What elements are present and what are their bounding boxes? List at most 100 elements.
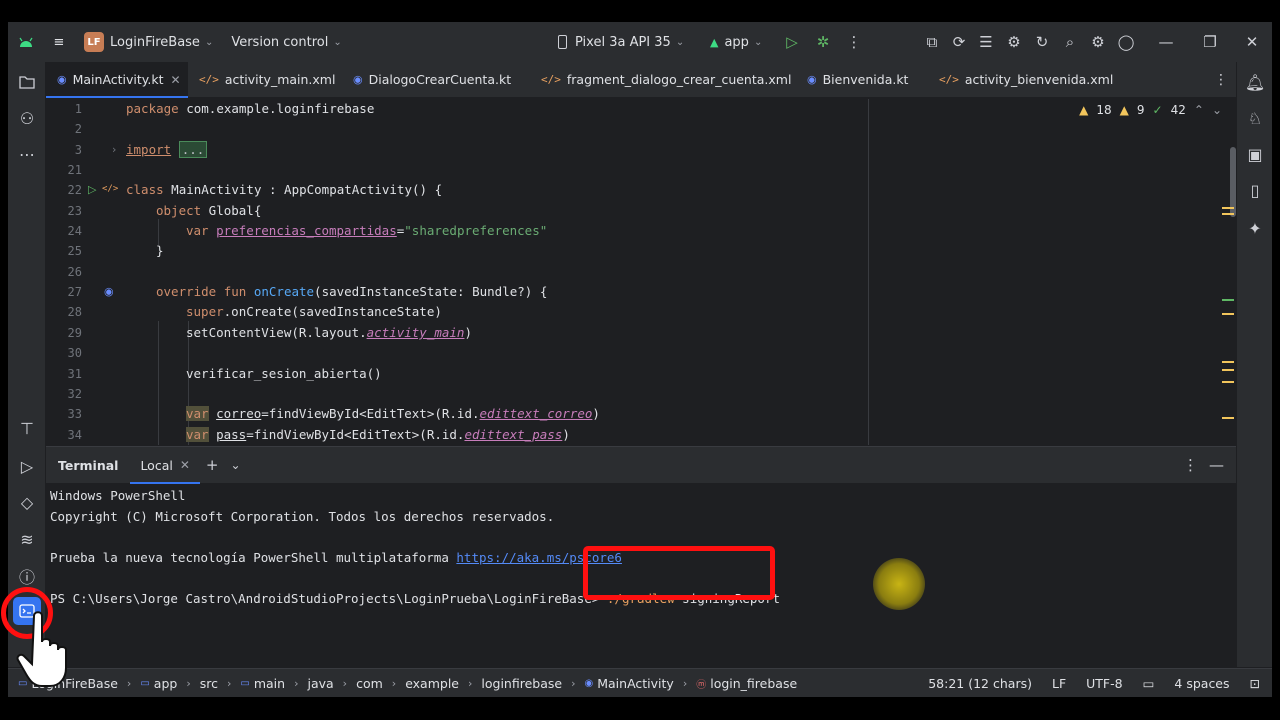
breadcrumb-item[interactable]: src <box>200 676 218 691</box>
lock-icon[interactable]: ⊡ <box>1250 676 1260 691</box>
close-icon[interactable]: ✕ <box>1238 22 1266 62</box>
line-number: 25 <box>67 244 82 258</box>
scroll-marker <box>1222 361 1234 363</box>
android-app-icon: ▲ <box>710 35 719 49</box>
breadcrumb-item[interactable]: app <box>154 676 178 691</box>
folder-icon[interactable] <box>13 68 41 96</box>
device-manager-icon[interactable]: ⧉ <box>918 22 946 62</box>
code-line: override fun onCreate(savedInstanceState… <box>156 284 548 299</box>
run-gutter-icon[interactable]: ▷ <box>88 183 96 196</box>
scroll-marker <box>1222 313 1234 315</box>
search-icon[interactable]: ⌕ <box>1056 22 1084 62</box>
terminal-options-icon[interactable]: ⋮ <box>1177 456 1204 474</box>
file-encoding[interactable]: UTF-8 <box>1086 676 1122 691</box>
version-control-menu[interactable]: Version control ⌄ <box>231 22 341 62</box>
close-icon[interactable]: ✕ <box>180 458 190 472</box>
readonly-toggle-icon[interactable]: ▭ <box>1143 676 1155 691</box>
device-icon <box>558 35 567 49</box>
structure-icon[interactable]: ⚇ <box>13 104 41 132</box>
cursor-position[interactable]: 58:21 (12 chars) <box>928 676 1032 691</box>
line-separator[interactable]: LF <box>1052 676 1066 691</box>
chevron-down-icon[interactable]: ⌄ <box>1212 103 1222 117</box>
device-label: Pixel 3a API 35 <box>575 34 671 50</box>
more-tabs-icon[interactable]: ⋮ <box>1214 72 1228 88</box>
apply-changes-icon[interactable]: ⟳ <box>945 22 973 62</box>
folded-imports[interactable]: ... <box>178 141 208 158</box>
run-icon[interactable]: ▷ <box>778 22 806 62</box>
line-number: 34 <box>67 428 82 442</box>
breadcrumb-item[interactable]: MainActivity <box>597 676 674 691</box>
module-icon: ▭ <box>140 677 150 689</box>
left-tool-bar: ⚇ ⋯ ⊤ ▷ ◇ ≋ ⓘ <box>8 62 46 667</box>
tab-activity-bienvenida[interactable]: </> activity_bienvenida.xml <box>928 62 1113 98</box>
tab-mainactivity[interactable]: ◉ MainActivity.kt ✕ <box>46 61 188 98</box>
indent-setting[interactable]: 4 spaces <box>1174 676 1229 691</box>
override-gutter-icon[interactable]: ◉ <box>104 285 114 298</box>
restore-icon[interactable]: ❐ <box>1196 22 1224 62</box>
line-number: 27 <box>67 285 82 299</box>
tab-activity-main[interactable]: </> activity_main.xml <box>188 62 342 98</box>
ok-count: 42 <box>1170 103 1186 117</box>
sync-gradle-icon[interactable]: ↻ <box>1028 22 1056 62</box>
build-icon[interactable]: ⊤ <box>13 414 41 442</box>
chevron-down-icon[interactable]: ⌄ <box>224 458 246 472</box>
inspection-widget[interactable]: ▲ 18 ▲ 9 ✓ 42 ⌃ ⌄ <box>1079 103 1222 117</box>
title-bar: ≡ LF LoginFireBase ⌄ Version control ⌄ P… <box>8 22 1272 62</box>
close-icon[interactable]: ✕ <box>171 73 181 87</box>
breadcrumb-item[interactable]: com <box>356 676 383 691</box>
command-highlight-box <box>583 546 775 600</box>
folder-icon: ▭ <box>240 677 250 689</box>
code-line: class MainActivity : AppCompatActivity()… <box>126 182 443 197</box>
attach-debugger-icon[interactable]: ⚙ <box>1000 22 1028 62</box>
more-tools-icon[interactable]: ⋯ <box>13 140 41 168</box>
scroll-marker <box>1222 381 1234 383</box>
app-quality-icon[interactable]: ◇ <box>13 488 41 516</box>
line-number: 31 <box>67 367 82 381</box>
layout-inspector-icon[interactable]: ☰ <box>972 22 1000 62</box>
line-number: 29 <box>67 326 82 340</box>
weak-warning-icon: ▲ <box>1119 103 1129 117</box>
tab-bienvenida[interactable]: ◉ Bienvenida.kt <box>796 62 928 98</box>
terminal-title: Terminal <box>58 457 119 473</box>
breadcrumb: ▭ LoginFireBase › ▭ app › src › ▭ main › jav… <box>18 675 798 691</box>
tab-fragment-dialogo[interactable]: </> fragment_dialogo_crear_cuenta.xml <box>530 62 796 98</box>
run-tool-icon[interactable]: ▷ <box>13 452 41 480</box>
warning-icon: ▲ <box>1079 103 1089 117</box>
gradle-icon[interactable]: ♘ <box>1241 104 1269 132</box>
code-line: verificar_sesion_abierta() <box>186 366 382 381</box>
logcat-icon[interactable]: ≋ <box>13 525 41 553</box>
breadcrumb-item[interactable]: login_firebase <box>710 676 797 691</box>
xml-link-gutter-icon[interactable]: </> <box>102 184 118 194</box>
fold-expand-icon[interactable]: › <box>112 143 116 156</box>
run-config-selector[interactable]: ▲ app ⌄ <box>710 22 762 62</box>
tab-terminal-local[interactable]: Local ✕ <box>130 447 201 484</box>
problems-icon[interactable]: ⓘ <box>13 562 41 590</box>
minimize-icon[interactable]: — <box>1152 22 1180 62</box>
code-area[interactable]: package com.example.loginfirebase import… <box>126 99 866 445</box>
chevron-up-icon[interactable]: ⌃ <box>1194 103 1204 117</box>
code-editor[interactable]: 1 2 3 21 22 23 24 25 26 27 28 29 30 31 3… <box>46 99 1236 445</box>
breadcrumb-item[interactable]: example <box>405 676 459 691</box>
hide-panel-icon[interactable]: — <box>1203 456 1230 474</box>
more-actions-icon[interactable]: ⋮ <box>840 22 868 62</box>
breadcrumb-item[interactable]: loginfirebase <box>481 676 562 691</box>
debug-icon[interactable]: ✲ <box>809 22 837 62</box>
settings-icon[interactable]: ⚙ <box>1084 22 1112 62</box>
gemini-icon[interactable]: ✦ <box>1241 214 1269 242</box>
running-devices-icon[interactable]: ▯ <box>1241 176 1269 204</box>
project-selector[interactable]: LF LoginFireBase ⌄ <box>84 22 213 62</box>
notifications-icon[interactable]: 🔔︎ <box>1241 68 1269 96</box>
breadcrumb-item[interactable]: main <box>254 676 285 691</box>
terminal-header: Terminal Local ✕ + ⌄ ⋮ — <box>46 446 1236 484</box>
device-selector[interactable]: Pixel 3a API 35 ⌄ <box>558 22 684 62</box>
device-explorer-icon[interactable]: ▣ <box>1241 140 1269 168</box>
terminal-prompt: PS C:\Users\Jorge Castro\AndroidStudioPr… <box>50 591 607 606</box>
main-menu-icon[interactable]: ≡ <box>44 22 74 62</box>
account-icon[interactable]: ◯ <box>1112 22 1140 62</box>
tab-dialogo-crear-cuenta[interactable]: ◉ DialogoCrearCuenta.kt <box>342 62 530 98</box>
status-bar: ▭ LoginFireBase › ▭ app › src › ▭ main › jav… <box>8 668 1272 697</box>
breadcrumb-item[interactable]: java <box>307 676 333 691</box>
project-badge: LF <box>84 32 104 52</box>
scroll-marker <box>1222 417 1234 419</box>
add-terminal-icon[interactable]: + <box>200 456 225 474</box>
